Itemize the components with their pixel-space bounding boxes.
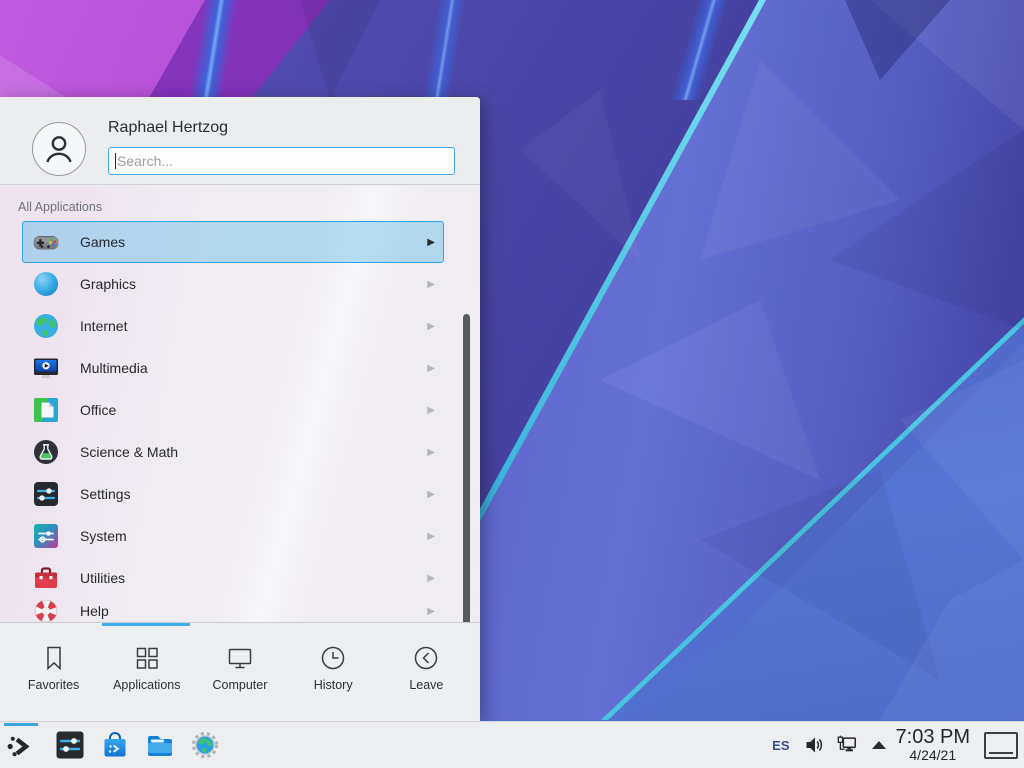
- digital-clock[interactable]: 7:03 PM 4/24/21: [896, 727, 970, 763]
- tab-label: Computer: [213, 678, 268, 692]
- discover-icon[interactable]: [100, 730, 130, 760]
- show-desktop-button[interactable]: [984, 732, 1018, 759]
- category-row-office[interactable]: Office ▶: [22, 389, 444, 431]
- keyboard-layout-indicator[interactable]: ES: [772, 738, 789, 753]
- flask-icon: [32, 438, 60, 466]
- user-avatar[interactable]: [32, 122, 86, 176]
- tab-leave[interactable]: Leave: [380, 623, 473, 721]
- category-label: System: [80, 528, 127, 544]
- taskbar: ES 7:03 PM 4/24/21: [0, 721, 1024, 768]
- sliders-dark-icon: [32, 480, 60, 508]
- category-label: Games: [80, 234, 125, 250]
- submenu-arrow-icon: ▶: [427, 531, 435, 542]
- sliders-color-icon: [32, 522, 60, 550]
- computer-icon: [226, 644, 254, 672]
- tab-applications[interactable]: Applications: [100, 623, 193, 721]
- category-row-internet[interactable]: Internet ▶: [22, 305, 444, 347]
- category-row-games[interactable]: Games ▶: [22, 221, 444, 263]
- application-launcher-panel: Raphael Hertzog Search... All Applicatio…: [0, 97, 480, 721]
- submenu-arrow-icon: ▶: [427, 321, 435, 332]
- system-tray: ES 7:03 PM 4/24/21: [772, 727, 1024, 763]
- category-label: Multimedia: [80, 360, 148, 376]
- system-settings-icon[interactable]: [55, 730, 85, 760]
- tab-computer[interactable]: Computer: [193, 623, 286, 721]
- submenu-arrow-icon: ▶: [427, 606, 435, 617]
- category-label: Internet: [80, 318, 127, 334]
- submenu-arrow-icon: ▶: [427, 237, 435, 248]
- person-icon: [40, 130, 78, 168]
- show-desktop-glyph: [989, 752, 1013, 754]
- submenu-arrow-icon: ▶: [427, 279, 435, 290]
- submenu-arrow-icon: ▶: [427, 573, 435, 584]
- category-list: All Applications Games ▶: [0, 186, 480, 622]
- application-launcher-button[interactable]: [0, 722, 40, 768]
- bookmark-icon: [40, 644, 68, 672]
- kde-kickoff-icon: [6, 731, 34, 759]
- dolphin-folder-icon[interactable]: [145, 730, 175, 760]
- category-label: Office: [80, 402, 116, 418]
- submenu-arrow-icon: ▶: [427, 447, 435, 458]
- wired-network-icon[interactable]: [836, 734, 858, 756]
- tab-history[interactable]: History: [287, 623, 380, 721]
- active-task-indicator: [4, 723, 38, 726]
- lifebuoy-icon: [32, 597, 60, 622]
- globe-icon: [32, 312, 60, 340]
- desktop: Raphael Hertzog Search... All Applicatio…: [0, 0, 1024, 768]
- document-icon: [32, 396, 60, 424]
- submenu-arrow-icon: ▶: [427, 363, 435, 374]
- category-row-help[interactable]: Help ▶: [22, 590, 444, 622]
- category-row-science-math[interactable]: Science & Math ▶: [22, 431, 444, 473]
- gamepad-icon: [32, 228, 60, 256]
- launcher-tab-bar: Favorites Applications Computer: [0, 622, 480, 721]
- category-row-settings[interactable]: Settings ▶: [22, 473, 444, 515]
- submenu-arrow-icon: ▶: [427, 489, 435, 500]
- search-input[interactable]: Search...: [108, 147, 455, 175]
- active-tab-indicator: [102, 623, 190, 626]
- category-label: Settings: [80, 486, 131, 502]
- category-row-graphics[interactable]: Graphics ▶: [22, 263, 444, 305]
- toolbox-icon: [32, 564, 60, 592]
- expand-tray-arrow[interactable]: [872, 741, 886, 749]
- user-name: Raphael Hertzog: [108, 119, 228, 137]
- tab-label: Applications: [113, 678, 180, 692]
- konqueror-globe-icon[interactable]: [190, 730, 220, 760]
- text-caret: [115, 153, 116, 169]
- leave-icon: [412, 644, 440, 672]
- category-row-system[interactable]: System ▶: [22, 515, 444, 557]
- sphere-icon: [32, 270, 60, 298]
- scrollbar-thumb[interactable]: [463, 314, 470, 622]
- section-label: All Applications: [18, 200, 480, 214]
- grid-icon: [133, 644, 161, 672]
- category-row-multimedia[interactable]: Multimedia ▶: [22, 347, 444, 389]
- monitor-play-icon: [32, 354, 60, 382]
- tab-label: History: [314, 678, 353, 692]
- clock-time: 7:03 PM: [896, 727, 970, 748]
- tab-label: Favorites: [28, 678, 79, 692]
- category-label: Science & Math: [80, 444, 178, 460]
- clock-date: 4/24/21: [909, 748, 956, 763]
- clock-icon: [319, 644, 347, 672]
- volume-icon[interactable]: [804, 734, 826, 756]
- category-label: Help: [80, 603, 109, 619]
- tab-label: Leave: [409, 678, 443, 692]
- category-label: Graphics: [80, 276, 136, 292]
- search-placeholder: Search...: [117, 153, 173, 169]
- submenu-arrow-icon: ▶: [427, 405, 435, 416]
- category-label: Utilities: [80, 570, 125, 586]
- launcher-header: Raphael Hertzog Search...: [0, 97, 480, 185]
- tab-favorites[interactable]: Favorites: [7, 623, 100, 721]
